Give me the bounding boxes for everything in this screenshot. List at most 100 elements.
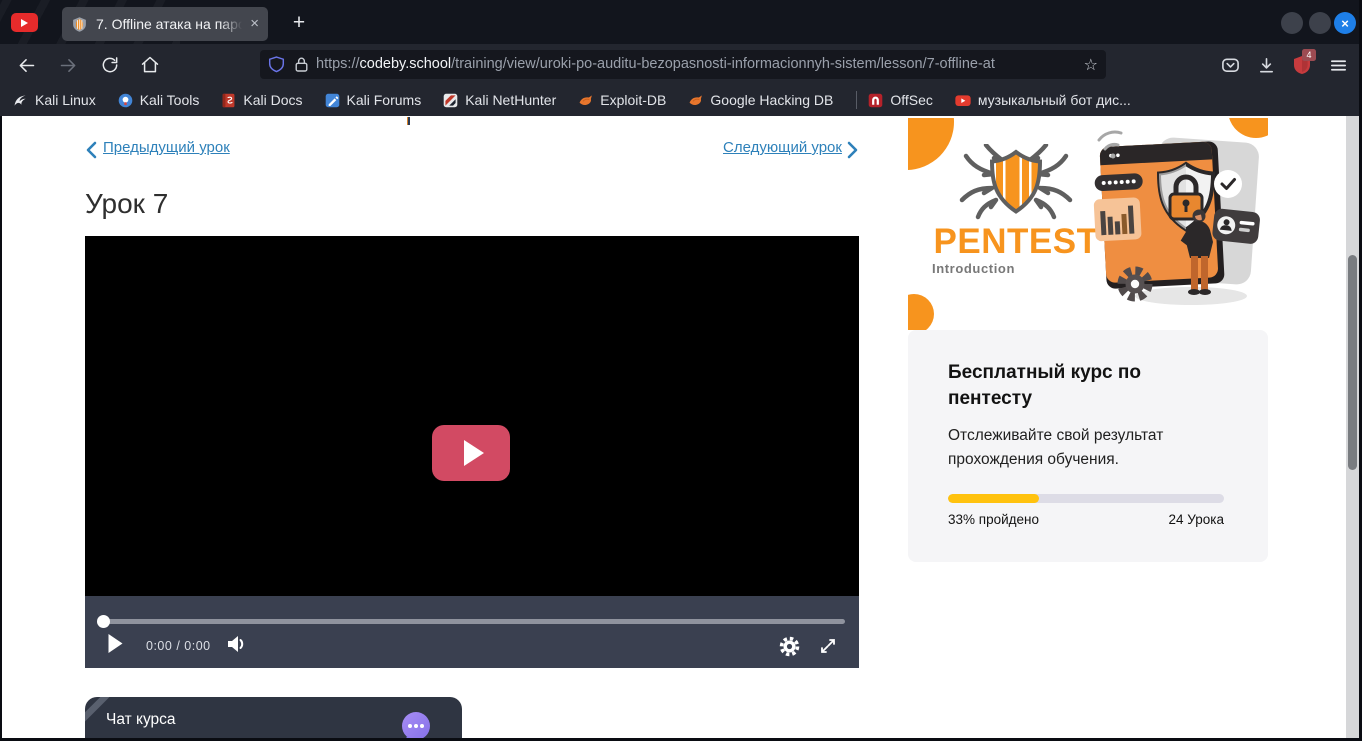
pocket-icon (1221, 56, 1240, 75)
video-play-button[interactable] (107, 633, 124, 659)
gear-icon (779, 636, 800, 657)
previous-lesson-link[interactable]: Предыдущий урок (103, 139, 230, 156)
kali-forums-icon (324, 92, 341, 109)
bookmark-kali-forums[interactable]: Kali Forums (324, 92, 422, 109)
url-path: /training/view/uroki-po-auditu-bezopasno… (451, 56, 995, 72)
bookmark-label: музыкальный бот дис... (978, 92, 1131, 108)
bookmark-offsec[interactable]: OffSec (867, 92, 933, 109)
chevron-left-icon[interactable] (85, 141, 97, 159)
home-icon (140, 55, 160, 75)
lock-icon[interactable] (295, 56, 308, 73)
time-current: 0:00 (146, 639, 172, 653)
course-card-description: Отслеживайте свой результат прохождения … (948, 424, 1228, 472)
video-fullscreen-button[interactable] (819, 637, 837, 660)
url-scheme: https:// (316, 56, 360, 72)
download-icon (1257, 56, 1276, 75)
chat-bubble-icon[interactable] (400, 711, 434, 741)
course-progress-fill (948, 494, 1039, 503)
bookmark-star-icon[interactable]: ☆ (1084, 55, 1098, 74)
extension-badge: 4 (1302, 49, 1316, 61)
youtube-play-icon (21, 19, 28, 27)
video-volume-button[interactable] (225, 634, 247, 659)
volume-icon (225, 634, 247, 654)
bookmark-label: Kali Forums (347, 92, 422, 108)
active-tab[interactable]: 7. Offline атака на пароли × (62, 7, 268, 41)
url-bar[interactable]: https://codeby.school/training/view/urok… (260, 50, 1106, 79)
url-fade (1038, 50, 1080, 79)
course-progress-track (948, 494, 1224, 503)
kali-dragon-icon (12, 92, 29, 109)
video-settings-button[interactable] (779, 636, 800, 662)
play-icon (464, 440, 484, 466)
tab-close-button[interactable]: × (250, 7, 259, 41)
video-control-bar: 0:00 / 0:00 (85, 596, 859, 668)
video-player[interactable] (85, 236, 859, 596)
course-chat-card[interactable]: Чат курса (85, 697, 462, 741)
forward-button[interactable] (56, 53, 80, 77)
bookmark-label: Kali NetHunter (465, 92, 556, 108)
fullscreen-icon (819, 637, 837, 655)
time-total: 0:00 (184, 639, 210, 653)
course-card-title: Бесплатный курс по пентесту (948, 360, 1228, 412)
play-icon (107, 633, 124, 654)
bookmark-label: Google Hacking DB (710, 92, 833, 108)
window-close-button[interactable]: × (1334, 12, 1356, 34)
lesson-title: Урок 7 (85, 188, 168, 220)
page-scrollbar-thumb[interactable] (1348, 255, 1357, 470)
tab-title-fade (220, 7, 246, 41)
menu-button[interactable] (1326, 53, 1350, 77)
browser-window: 7. Offline атака на пароли × + × https:/… (0, 0, 1362, 741)
lessons-count-label: 24 Урока (1169, 512, 1224, 527)
banner-circle-bottomleft (908, 294, 934, 330)
back-button[interactable] (14, 53, 38, 77)
clipped-text-artifact (407, 117, 410, 125)
video-progress-handle[interactable] (97, 615, 110, 628)
forward-arrow-icon (58, 55, 79, 76)
offsec-icon (867, 92, 884, 109)
video-time-display: 0:00 / 0:00 (146, 639, 211, 653)
bookmarks-bar: Kali Linux Kali Tools Kali Docs Kali For… (0, 84, 1362, 116)
bookmark-exploit-db[interactable]: Exploit-DB (577, 92, 666, 109)
url-domain: codeby.school (360, 56, 452, 72)
chevron-right-icon[interactable] (847, 141, 859, 159)
home-button[interactable] (138, 53, 162, 77)
progress-percent-label: 33% пройдено (948, 512, 1039, 527)
video-big-play-button[interactable] (432, 425, 510, 481)
bookmark-label: Kali Linux (35, 92, 96, 108)
next-lesson-link[interactable]: Следующий урок (723, 139, 842, 156)
reload-icon (100, 55, 120, 75)
bookmark-label: OffSec (890, 92, 933, 108)
course-progress-labels: 33% пройдено 24 Урока (948, 512, 1224, 527)
bookmark-label: Kali Tools (140, 92, 200, 108)
pentest-subtitle-text: Introduction (932, 261, 1015, 276)
bookmark-kali-docs[interactable]: Kali Docs (220, 92, 302, 109)
window-minimize-button[interactable] (1281, 12, 1303, 34)
bookmark-kali-nethunter[interactable]: Kali NetHunter (442, 92, 556, 109)
pocket-button[interactable] (1218, 53, 1242, 77)
downloads-button[interactable] (1254, 53, 1278, 77)
tracking-protection-shield-icon[interactable] (268, 56, 285, 73)
new-tab-button[interactable]: + (284, 8, 314, 38)
video-progress-bar[interactable] (99, 619, 845, 624)
course-progress-card: Бесплатный курс по пентесту Отслеживайте… (908, 330, 1268, 562)
kali-tools-icon (117, 92, 134, 109)
back-arrow-icon (16, 55, 37, 76)
bookmark-music-bot[interactable]: музыкальный бот дис... (954, 92, 1131, 109)
window-maximize-button[interactable] (1309, 12, 1331, 34)
pinned-tab-youtube[interactable] (11, 13, 38, 32)
bookmark-kali-linux[interactable]: Kali Linux (12, 92, 96, 109)
exploit-db-bird-icon (577, 92, 594, 109)
pentest-spider-logo (938, 144, 1094, 220)
tab-bar: 7. Offline атака на пароли × + × (0, 0, 1362, 44)
bookmark-kali-tools[interactable]: Kali Tools (117, 92, 200, 109)
url-text: https://codeby.school/training/view/urok… (316, 50, 1080, 79)
youtube-icon (954, 92, 972, 109)
ghdb-bird-icon (687, 92, 704, 109)
codeby-favicon (71, 16, 88, 33)
pentest-brand-text: PENTEST (928, 222, 1104, 262)
kali-nethunter-icon (442, 92, 459, 109)
course-banner[interactable]: PENTEST Introduction (908, 118, 1268, 330)
window-border-left (0, 116, 2, 741)
reload-button[interactable] (98, 53, 122, 77)
bookmark-google-hacking-db[interactable]: Google Hacking DB (687, 92, 833, 109)
